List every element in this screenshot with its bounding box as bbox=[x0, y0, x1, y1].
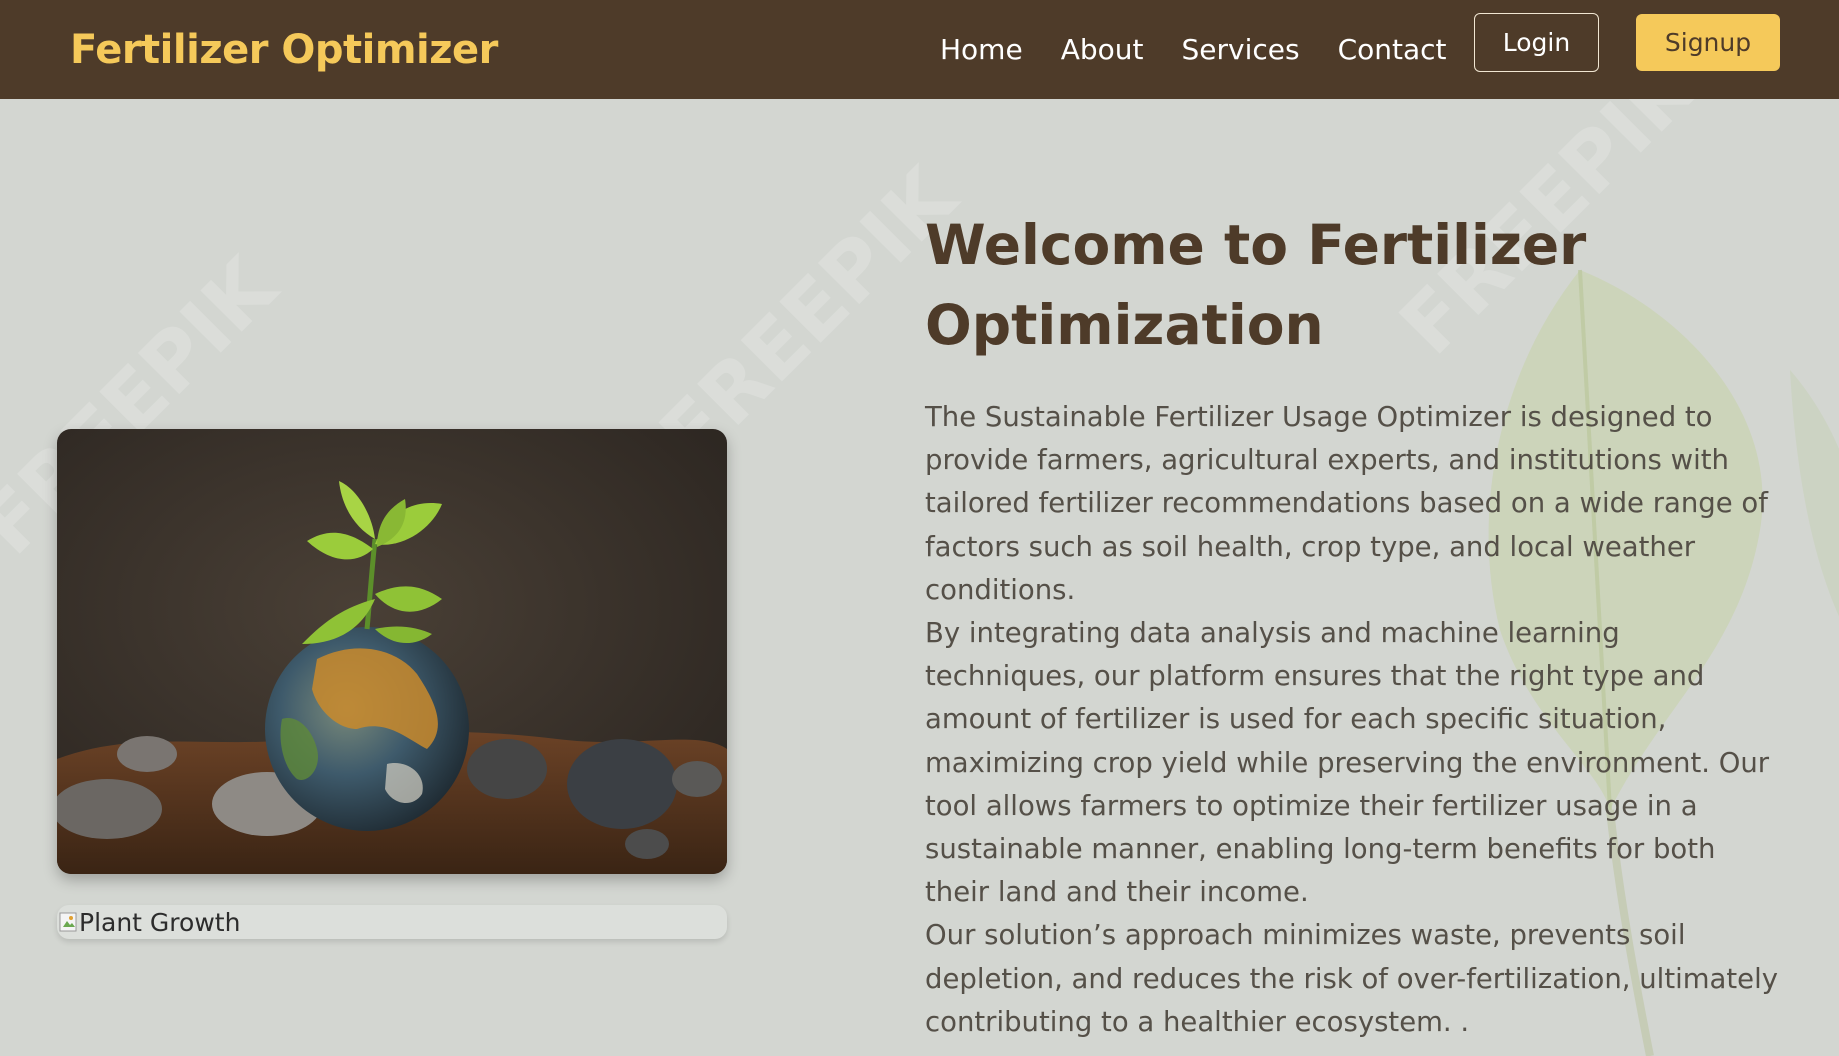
nav-link-about[interactable]: About bbox=[1061, 33, 1144, 66]
navbar: Fertilizer Optimizer Home About Services… bbox=[0, 0, 1839, 99]
nav-link-services[interactable]: Services bbox=[1181, 33, 1299, 66]
description-paragraph: By integrating data analysis and machine… bbox=[925, 617, 1770, 909]
description-paragraph: The Sustainable Fertilizer Usage Optimiz… bbox=[925, 401, 1768, 606]
broken-image-placeholder: Plant Growth bbox=[57, 905, 727, 939]
signup-button[interactable]: Signup bbox=[1636, 14, 1780, 71]
hero-image-globe-sprout bbox=[57, 429, 727, 874]
description-paragraph: Our solution’s approach minimizes waste,… bbox=[925, 919, 1778, 1038]
page-title: Welcome to Fertilizer Optimization bbox=[925, 213, 1587, 357]
nav-links: Home About Services Contact bbox=[940, 0, 1485, 99]
broken-image-alt-text: Plant Growth bbox=[79, 907, 241, 937]
nav-link-contact[interactable]: Contact bbox=[1338, 33, 1447, 66]
hero-description: The Sustainable Fertilizer Usage Optimiz… bbox=[925, 396, 1785, 1044]
broken-image-icon bbox=[59, 911, 79, 933]
login-button[interactable]: Login bbox=[1474, 13, 1599, 72]
brand-logo-text[interactable]: Fertilizer Optimizer bbox=[70, 0, 498, 99]
nav-link-home[interactable]: Home bbox=[940, 33, 1023, 66]
